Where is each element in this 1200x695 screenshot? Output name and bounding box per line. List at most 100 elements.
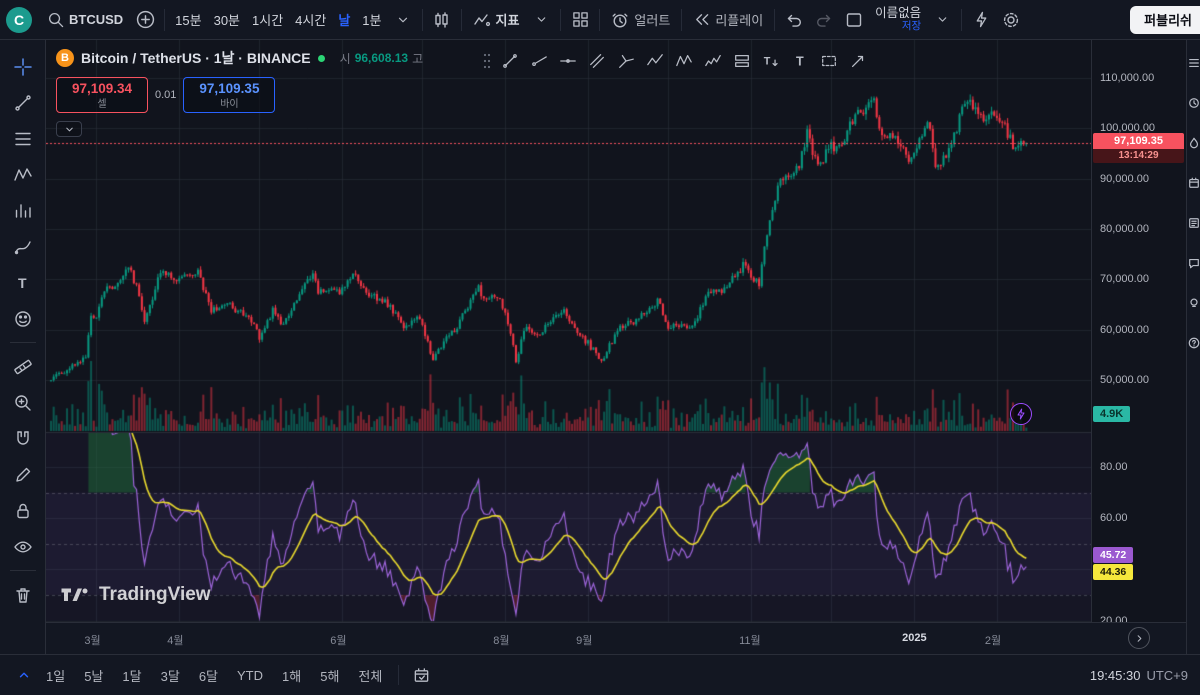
tool-parallel-channel[interactable] <box>584 48 610 74</box>
replay-button[interactable]: 리플레이 <box>686 6 770 34</box>
text-tool-button[interactable]: T <box>6 266 40 299</box>
indicators-button[interactable]: 지표 <box>466 6 527 34</box>
price-axis[interactable]: 110,000.00 100,000.00 90,000.00 80,000.0… <box>1091 40 1186 622</box>
compare-add-button[interactable] <box>130 6 160 34</box>
remove-drawings-button[interactable] <box>6 578 40 611</box>
buy-button[interactable]: 97,109.35 바이 <box>183 77 275 113</box>
range-1d-button[interactable]: 1일 <box>37 661 74 690</box>
range-ytd-button[interactable]: YTD <box>228 663 272 688</box>
sell-label: 셀 <box>57 95 147 110</box>
last-price-label[interactable]: 97,109.35 13:14:29 <box>1093 133 1184 163</box>
multichart-layout-button[interactable] <box>839 6 869 34</box>
chat-panel-button[interactable] <box>1187 256 1200 269</box>
hotlists-panel-button[interactable] <box>1187 136 1200 149</box>
draw-mode-tool-button[interactable] <box>6 458 40 491</box>
fib-retracement-tool-button[interactable] <box>6 122 40 155</box>
lightning-icon <box>973 11 990 28</box>
ideas-panel-button[interactable] <box>1187 296 1200 309</box>
range-1m-button[interactable]: 1달 <box>113 661 150 690</box>
layout-save-block[interactable]: 이름없음 저장 <box>869 7 927 31</box>
tool-zigzag[interactable] <box>642 48 668 74</box>
quick-search-button[interactable] <box>966 6 996 34</box>
interval-1d-button[interactable]: 날 <box>332 6 356 34</box>
go-to-date-button[interactable] <box>406 661 436 689</box>
time-axis-settings-button[interactable] <box>1128 627 1150 649</box>
crosshair-tool-button[interactable] <box>6 50 40 83</box>
tool-elliott-wave[interactable] <box>700 48 726 74</box>
magnet-icon <box>13 429 33 449</box>
account-avatar[interactable]: C <box>6 7 32 33</box>
interval-4h-button[interactable]: 4시간 <box>289 6 332 34</box>
chart-area[interactable]: T T B Bitcoin / TetherUS · 1날 · BINANCE … <box>46 40 1186 654</box>
tool-long-position[interactable] <box>729 48 755 74</box>
layout-grid-button[interactable] <box>565 6 595 34</box>
indicator-templates-button[interactable] <box>526 6 556 34</box>
trend-line-tool-button[interactable] <box>6 86 40 119</box>
interval-menu-button[interactable] <box>388 6 418 34</box>
tool-xabcd-pattern[interactable] <box>671 48 697 74</box>
measure-tool-button[interactable] <box>6 350 40 383</box>
lock-drawings-button[interactable] <box>6 494 40 527</box>
forecast-tool-button[interactable] <box>6 194 40 227</box>
range-6m-button[interactable]: 6달 <box>190 661 227 690</box>
emoji-tool-button[interactable] <box>6 302 40 335</box>
redo-button[interactable] <box>809 6 839 34</box>
clock[interactable]: 19:45:30 UTC+9 <box>1090 668 1188 683</box>
range-5d-button[interactable]: 5날 <box>75 661 112 690</box>
trading-panel-toggle-button[interactable] <box>56 121 82 137</box>
symbol-search-button[interactable]: BTCUSD <box>40 6 130 34</box>
trade-widget: 97,109.34 셀 0.01 97,109.35 바이 <box>56 77 423 113</box>
buy-price: 97,109.35 <box>184 81 274 96</box>
time-axis[interactable]: 3월4월6월8월9월11월20252월 <box>46 622 1186 654</box>
top-toolbar: C BTCUSD 15분 30분 1시간 4시간 날 1분 <box>0 0 1200 40</box>
drag-handle[interactable] <box>482 48 492 74</box>
watchlist-panel-button[interactable] <box>1187 56 1200 69</box>
hide-drawings-button[interactable] <box>6 530 40 563</box>
interval-1m-button[interactable]: 1분 <box>356 6 387 34</box>
range-5y-button[interactable]: 5해 <box>311 661 348 690</box>
undo-button[interactable] <box>779 6 809 34</box>
range-3m-button[interactable]: 3달 <box>152 661 189 690</box>
brush-tool-button[interactable] <box>6 230 40 263</box>
layout-menu-button[interactable] <box>927 6 957 34</box>
interval-30m-button[interactable]: 30분 <box>208 6 246 34</box>
rsi-value-label: 45.72 <box>1093 547 1133 563</box>
tool-trendline[interactable] <box>497 48 523 74</box>
toolbar-divider <box>164 9 165 31</box>
sell-button[interactable]: 97,109.34 셀 <box>56 77 148 113</box>
tool-arrow-marker[interactable] <box>845 48 871 74</box>
range-1y-button[interactable]: 1해 <box>273 661 310 690</box>
tool-ray[interactable] <box>526 48 552 74</box>
tool-text[interactable]: T <box>787 48 813 74</box>
bar-countdown: 13:14:29 <box>1093 149 1184 163</box>
help-panel-button[interactable] <box>1187 336 1200 349</box>
go-to-date-icon <box>413 667 430 684</box>
left-panel-toggle-button[interactable] <box>12 661 36 689</box>
interval-15m-button[interactable]: 15분 <box>169 6 207 34</box>
interval-1h-button[interactable]: 1시간 <box>246 6 289 34</box>
pattern-tool-button[interactable] <box>6 158 40 191</box>
instant-trading-badge[interactable] <box>1010 403 1032 425</box>
alerts-panel-button[interactable] <box>1187 96 1200 109</box>
chart-style-button[interactable] <box>427 6 457 34</box>
publish-button[interactable]: 퍼블리쉬 <box>1130 6 1200 34</box>
symbol-title[interactable]: Bitcoin / TetherUS · 1날 · BINANCE <box>81 48 311 68</box>
time-axis-label: 3월 <box>84 632 100 648</box>
tool-horizontal-line[interactable] <box>555 48 581 74</box>
tool-pitchfork[interactable] <box>613 48 639 74</box>
zoom-tool-button[interactable] <box>6 386 40 419</box>
news-panel-button[interactable] <box>1187 216 1200 229</box>
tool-anchored-text[interactable]: T <box>758 48 784 74</box>
magnet-tool-button[interactable] <box>6 422 40 455</box>
tradingview-app: C BTCUSD 15분 30분 1시간 4시간 날 1분 <box>0 0 1200 695</box>
calendar-panel-button[interactable] <box>1187 176 1200 189</box>
market-status-dot[interactable] <box>318 55 325 62</box>
flame-icon <box>1188 137 1200 149</box>
range-all-button[interactable]: 전체 <box>349 661 391 690</box>
alert-button[interactable]: 얼러트 <box>604 6 677 34</box>
symbol-search-text: BTCUSD <box>69 12 123 27</box>
chevron-down-icon <box>396 13 410 27</box>
chart-settings-button[interactable] <box>996 6 1026 34</box>
undo-icon <box>785 11 803 29</box>
tool-rectangle[interactable] <box>816 48 842 74</box>
